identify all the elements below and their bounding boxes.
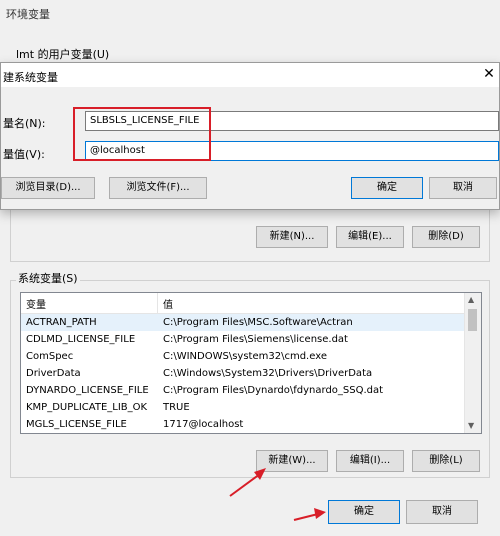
dialog-ok-button[interactable]: 确定 <box>351 177 423 199</box>
window-cancel-button[interactable]: 取消 <box>406 500 478 524</box>
row-name: MGLS_LICENSE_FILE <box>26 419 127 430</box>
window-ok-button[interactable]: 确定 <box>328 500 400 524</box>
dialog-title: 建系统变量 <box>3 71 58 84</box>
annotation-arrow-icon <box>293 508 326 521</box>
table-header: 变量 值 <box>21 293 466 314</box>
table-row[interactable]: ACTRAN_PATH C:\Program Files\MSC.Softwar… <box>21 314 466 331</box>
table-row[interactable]: ComSpec C:\WINDOWS\system32\cmd.exe <box>21 348 466 365</box>
user-new-button[interactable]: 新建(N)... <box>256 226 328 248</box>
user-delete-button[interactable]: 删除(D) <box>412 226 480 248</box>
row-value: 1717@localhost <box>163 419 244 430</box>
row-value: C:\Program Files\MSC.Software\Actran <box>163 317 353 328</box>
window-title: 环境变量 <box>6 8 50 21</box>
table-row[interactable]: CDLMD_LICENSE_FILE C:\Program Files\Siem… <box>21 331 466 348</box>
scroll-down-icon[interactable]: ▼ <box>468 421 474 430</box>
table-row[interactable]: KMP_DUPLICATE_LIB_OK TRUE <box>21 399 466 416</box>
column-divider[interactable] <box>157 293 158 313</box>
user-edit-button[interactable]: 编辑(E)... <box>336 226 404 248</box>
vertical-scrollbar[interactable]: ▲ ▼ <box>464 293 481 433</box>
dialog-cancel-button[interactable]: 取消 <box>429 177 497 199</box>
variable-name-label: 量名(N): <box>3 117 46 130</box>
new-system-variable-dialog: 建系统变量 ✕ 量名(N): SLBSLS_LICENSE_FILE 量值(V)… <box>0 62 500 210</box>
system-edit-button[interactable]: 编辑(I)... <box>336 450 404 472</box>
row-value: C:\WINDOWS\system32\cmd.exe <box>163 351 327 362</box>
row-name: DYNARDO_LICENSE_FILE <box>26 385 149 396</box>
row-value: C:\Program Files\Siemens\license.dat <box>163 334 348 345</box>
system-vars-table[interactable]: 变量 值 ACTRAN_PATH C:\Program Files\MSC.So… <box>20 292 482 434</box>
row-name: DriverData <box>26 368 81 379</box>
scroll-up-icon[interactable]: ▲ <box>468 295 474 304</box>
row-name: KMP_DUPLICATE_LIB_OK <box>26 402 148 413</box>
annotation-highlight-box <box>73 107 211 161</box>
annotation-arrow-icon <box>229 468 266 497</box>
table-row[interactable]: DYNARDO_LICENSE_FILE C:\Program Files\Dy… <box>21 382 466 399</box>
user-vars-label: lmt 的用户变量(U) <box>16 48 110 61</box>
row-name: ACTRAN_PATH <box>26 317 97 328</box>
close-icon[interactable]: ✕ <box>481 65 497 83</box>
system-delete-button[interactable]: 删除(L) <box>412 450 480 472</box>
system-vars-label: 系统变量(S) <box>16 270 80 286</box>
dialog-titlebar[interactable]: 建系统变量 ✕ <box>1 63 499 87</box>
row-value: TRUE <box>163 402 190 413</box>
table-row[interactable]: DriverData C:\Windows\System32\Drivers\D… <box>21 365 466 382</box>
browse-file-button[interactable]: 浏览文件(F)... <box>109 177 207 199</box>
column-header-value[interactable]: 值 <box>163 296 173 311</box>
scroll-thumb[interactable] <box>468 309 477 331</box>
row-value: C:\Program Files\Dynardo\fdynardo_SSQ.da… <box>163 385 384 396</box>
variable-value-label: 量值(V): <box>3 148 45 161</box>
column-header-variable[interactable]: 变量 <box>26 296 46 311</box>
browse-directory-button[interactable]: 浏览目录(D)... <box>1 177 95 199</box>
row-name: CDLMD_LICENSE_FILE <box>26 334 136 345</box>
table-row[interactable]: MGLS_LICENSE_FILE 1717@localhost <box>21 416 466 433</box>
row-value: C:\Windows\System32\Drivers\DriverData <box>163 368 373 379</box>
row-name: ComSpec <box>26 351 74 362</box>
